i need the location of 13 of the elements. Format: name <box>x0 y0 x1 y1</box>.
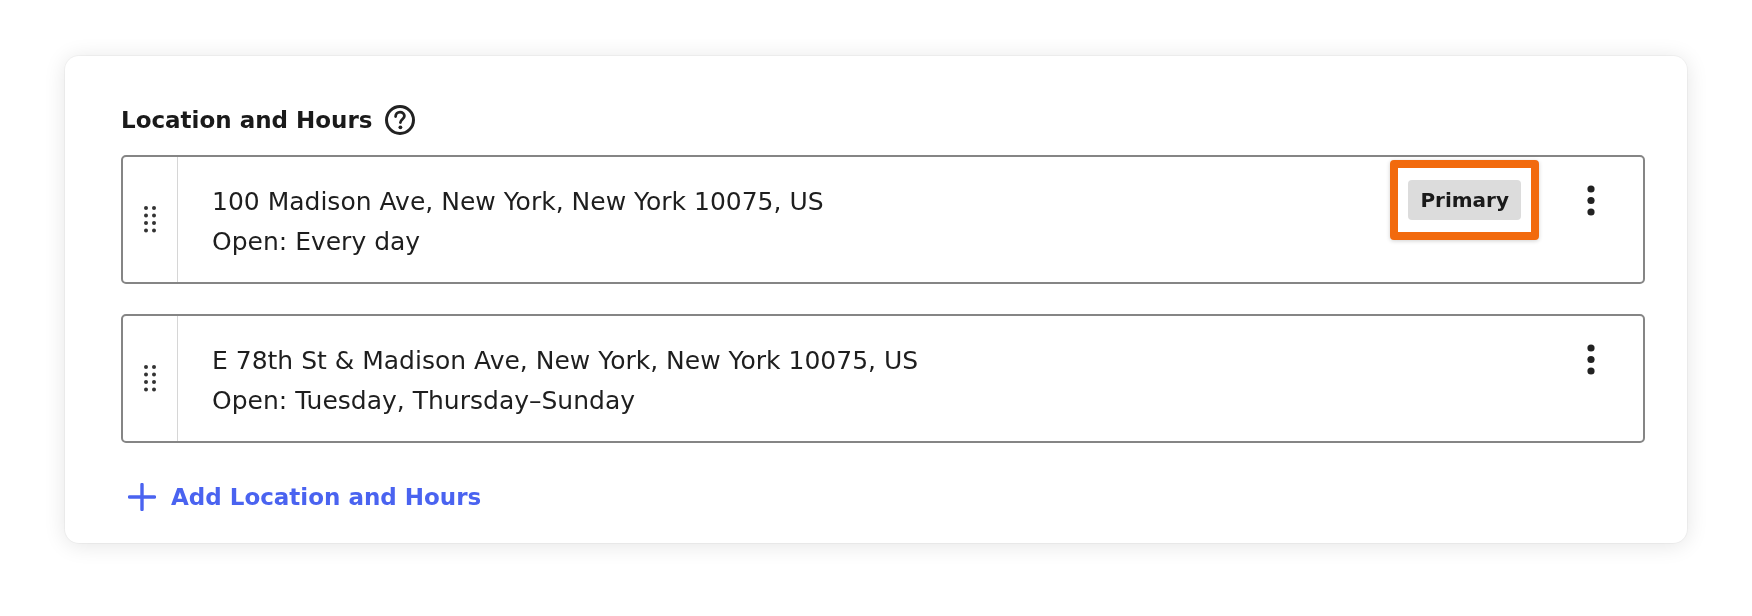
hours-text: Open: Tuesday, Thursday–Sunday <box>212 385 637 417</box>
primary-badge: Primary <box>1408 180 1521 220</box>
drag-handle-icon[interactable] <box>144 365 156 392</box>
add-location-link[interactable]: Add Location and Hours <box>121 482 482 512</box>
address-text: 100 Madison Ave, New York, New York 10075, US <box>212 186 825 218</box>
hours-text: Open: Every day <box>212 226 422 258</box>
drag-handle-icon[interactable] <box>144 206 156 233</box>
plus-icon <box>128 483 156 511</box>
more-options-icon[interactable] <box>1587 184 1595 216</box>
help-icon[interactable] <box>384 105 415 135</box>
more-options-icon[interactable] <box>1587 343 1595 375</box>
address-text: E 78th St & Madison Ave, New York, New York 10075, US <box>212 345 920 377</box>
section-title: Location and Hours <box>121 106 373 135</box>
